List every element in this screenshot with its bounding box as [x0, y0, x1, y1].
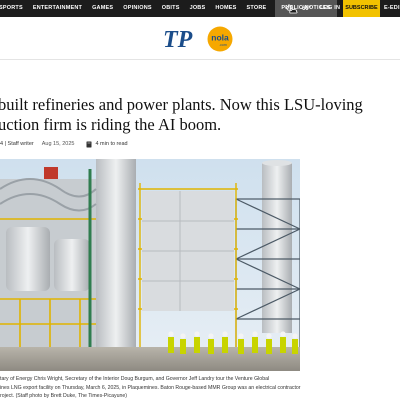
masthead: TP nola .com [0, 17, 400, 60]
nav-item-homes[interactable]: HOMES [210, 0, 241, 17]
nav-item-store[interactable]: STORE [242, 0, 272, 17]
hero-image[interactable] [0, 159, 300, 371]
partly-sunny-icon [285, 3, 298, 13]
read-time-label: 4 min to read [95, 141, 128, 147]
book-icon [86, 141, 92, 147]
login-link[interactable]: LOG IN [320, 0, 340, 17]
author-name[interactable]: 4 | Staff writer [0, 141, 34, 147]
weather-widget[interactable]: 60° [284, 0, 311, 17]
caption-line-3: roject. (Staff photo by Brett Duke, The … [0, 393, 127, 399]
svg-text:TP: TP [163, 27, 193, 51]
image-caption: tary of Energy Chris Wright, Secretary o… [0, 375, 302, 400]
nav-item-jobs[interactable]: JOBS [185, 0, 211, 17]
e-edition-link[interactable]: E-EDI [384, 0, 400, 17]
article-headline: built refineries and power plants. Now t… [0, 95, 400, 135]
caption-line-1: tary of Energy Chris Wright, Secretary o… [0, 376, 270, 382]
read-time: 4 min to read [86, 141, 128, 148]
nav-item-games[interactable]: GAMES [87, 0, 118, 17]
headline-line-2: uction firm is riding the AI boom. [0, 115, 222, 134]
nav-item-entertainment[interactable]: ENTERTAINMENT [28, 0, 87, 17]
subscribe-button[interactable]: SUBSCRIBE [343, 0, 380, 17]
top-nav-bar: SPORTS ENTERTAINMENT GAMES OPINIONS OBIT… [0, 0, 400, 17]
svg-text:.com: .com [219, 43, 227, 47]
nav-item-obits[interactable]: OBITS [157, 0, 185, 17]
caption-line-2: ines LNG export facility on Thursday, Ma… [0, 384, 301, 391]
headline-line-1: built refineries and power plants. Now t… [0, 95, 363, 114]
nola-logo[interactable]: nola .com [206, 25, 234, 53]
article-byline: 4 | Staff writer Aug 15, 2025 4 min to r… [0, 139, 128, 149]
publish-date: Aug 15, 2025 [41, 141, 75, 147]
svg-text:nola: nola [211, 33, 229, 43]
nav-item-sports[interactable]: SPORTS [0, 0, 28, 17]
weather-temperature: 60° [302, 5, 312, 12]
nav-item-opinions[interactable]: OPINIONS [118, 0, 157, 17]
times-picayune-logo[interactable]: TP [162, 25, 196, 51]
